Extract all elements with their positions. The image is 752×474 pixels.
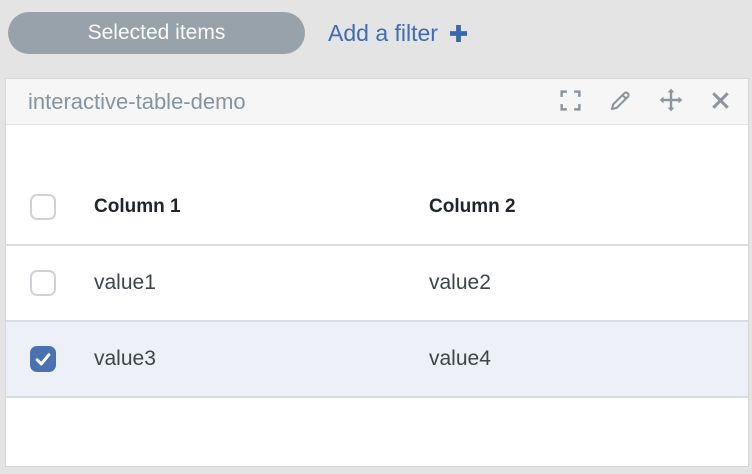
close-button[interactable] xyxy=(709,89,732,115)
table-cell: value1 xyxy=(94,271,429,295)
header-checkbox-cell xyxy=(30,194,94,220)
row-1-checkbox[interactable] xyxy=(30,270,56,296)
row-2-checkbox[interactable] xyxy=(30,346,56,372)
column-header-2: Column 2 xyxy=(429,196,748,218)
fullscreen-button[interactable] xyxy=(558,88,583,116)
data-table: Column 1 Column 2 value1 value2 xyxy=(6,125,748,398)
move-icon xyxy=(658,87,684,116)
selected-items-label: Selected items xyxy=(88,21,226,45)
row-checkbox-cell xyxy=(30,270,94,296)
add-filter-button[interactable]: Add a filter xyxy=(328,12,469,54)
widget-panel: interactive-table-demo xyxy=(5,78,749,467)
table-cell: value3 xyxy=(94,347,429,371)
table-row-2[interactable]: value3 value4 xyxy=(6,322,748,398)
add-filter-label: Add a filter xyxy=(328,20,438,47)
edit-icon xyxy=(608,88,633,116)
row-checkbox-cell xyxy=(30,346,94,372)
panel-header: interactive-table-demo xyxy=(6,79,748,125)
table-cell: value2 xyxy=(429,271,748,295)
fullscreen-icon xyxy=(558,88,583,116)
panel-title: interactive-table-demo xyxy=(28,89,558,115)
column-header-1: Column 1 xyxy=(94,196,429,218)
select-all-checkbox[interactable] xyxy=(30,194,56,220)
table-header-row: Column 1 Column 2 xyxy=(6,170,748,246)
panel-icon-toolbar xyxy=(558,87,732,116)
move-button[interactable] xyxy=(658,87,684,116)
table-row-1[interactable]: value1 value2 xyxy=(6,246,748,322)
table-cell: value4 xyxy=(429,347,748,371)
close-icon xyxy=(709,89,732,115)
selected-items-button[interactable]: Selected items xyxy=(8,12,305,54)
edit-button[interactable] xyxy=(608,88,633,116)
plus-icon xyxy=(448,23,469,44)
